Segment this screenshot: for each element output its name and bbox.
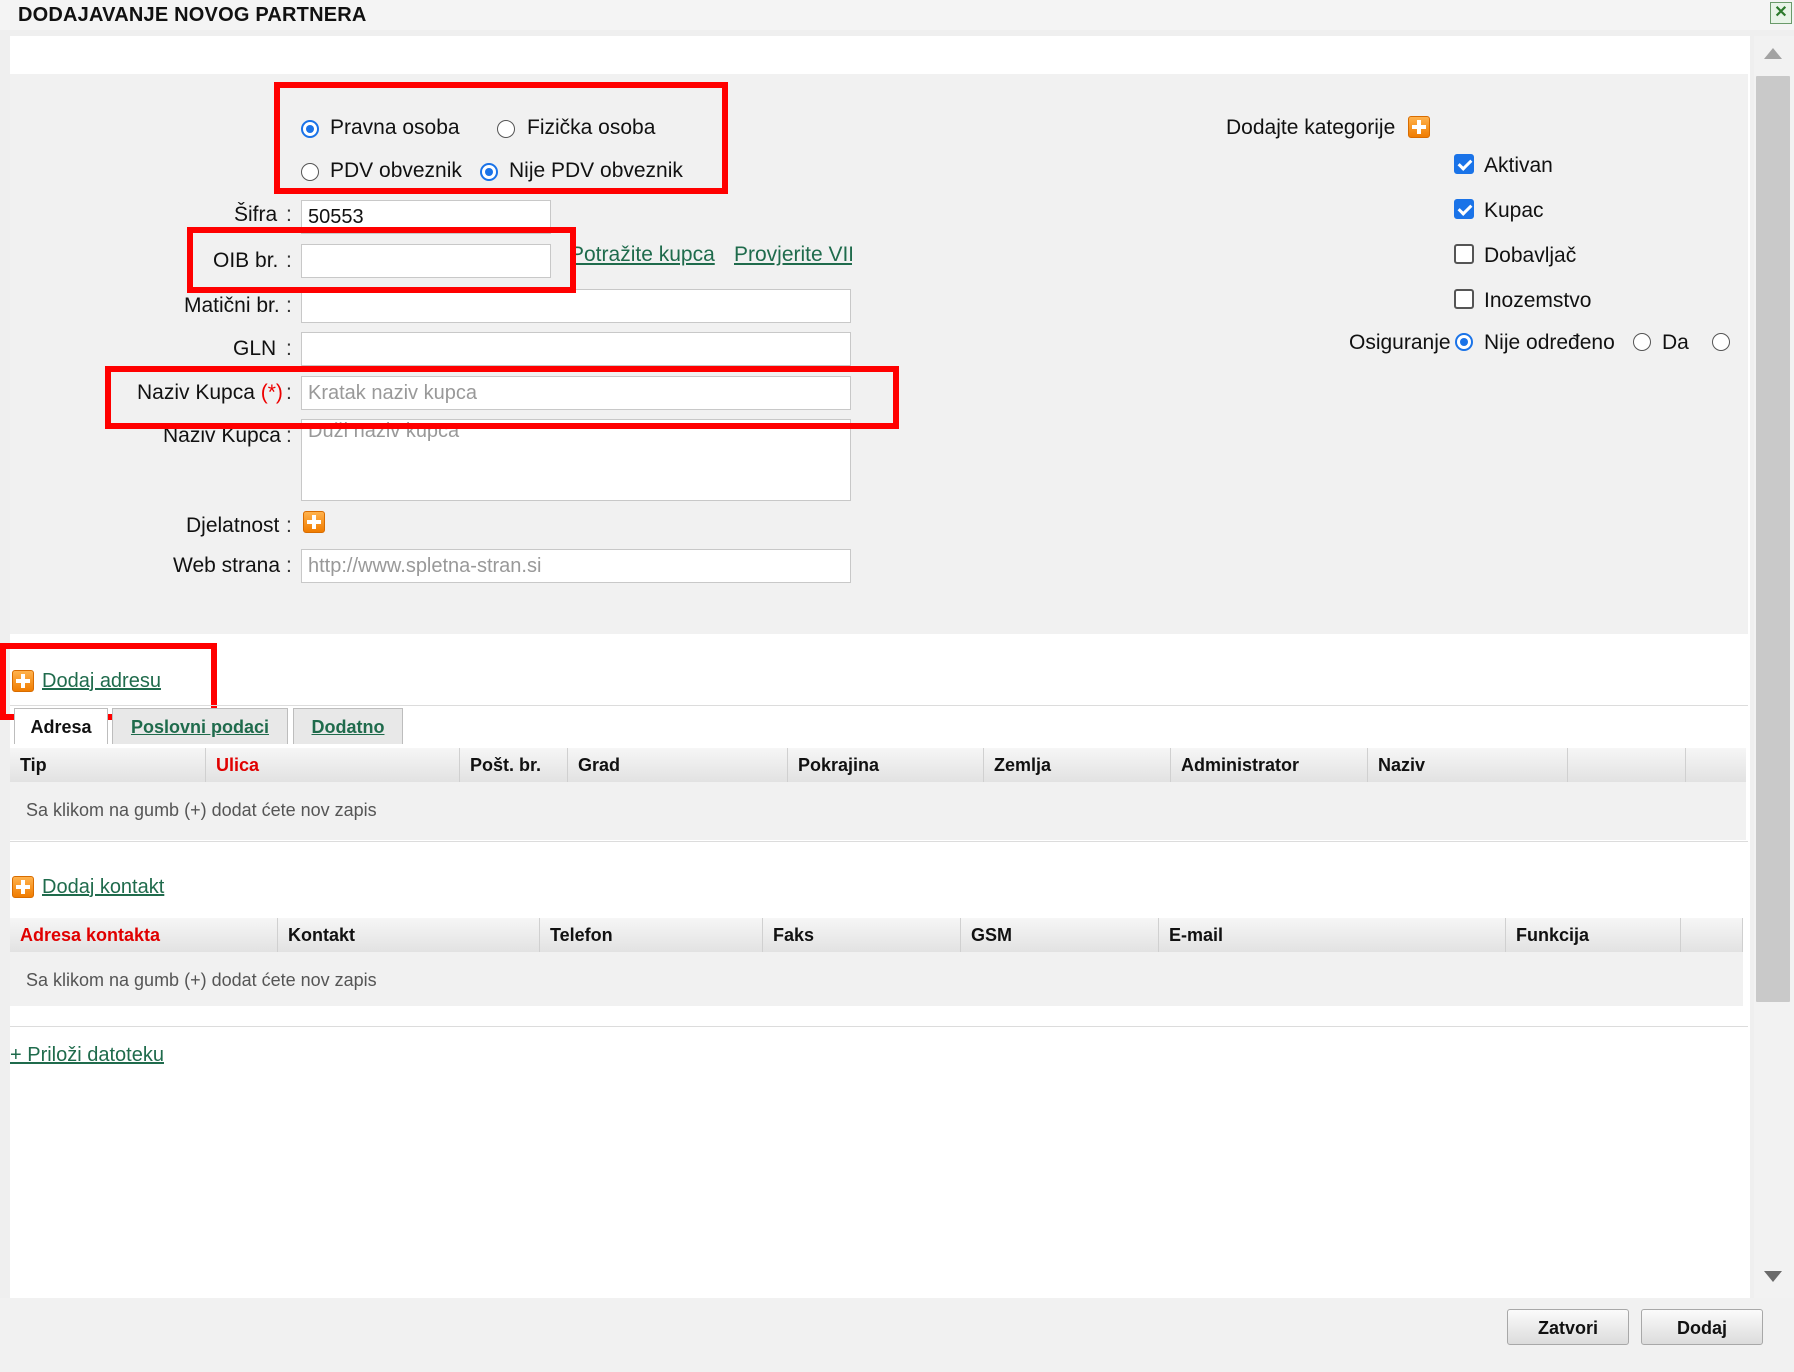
categories-title: Dodajte kategorije xyxy=(1226,116,1396,139)
maticni-field[interactable] xyxy=(301,289,851,323)
insurance-label: Osiguranje xyxy=(1349,331,1451,354)
column-header[interactable]: E-mail xyxy=(1159,918,1506,952)
scrollbar-thumb[interactable] xyxy=(1756,76,1790,1002)
web-field[interactable] xyxy=(301,549,851,583)
add-contact-link[interactable]: Dodaj kontakt xyxy=(42,876,164,899)
long-name-field[interactable] xyxy=(301,419,851,501)
divider xyxy=(10,841,1748,842)
gln-label: GLN xyxy=(233,337,277,360)
column-header[interactable]: Zemlja xyxy=(984,748,1171,782)
column-header[interactable]: Tip xyxy=(10,748,206,782)
scroll-up-arrow-icon[interactable] xyxy=(1764,48,1782,59)
column-header[interactable]: Pokrajina xyxy=(788,748,984,782)
column-header[interactable]: Pošt. br. xyxy=(460,748,568,782)
contacts-table-header: Adresa kontakta Kontakt Telefon Faks GSM… xyxy=(10,918,1743,953)
address-empty-text: Sa klikom na gumb (+) dodat ćete nov zap… xyxy=(26,800,377,820)
maticni-label: Matični br. xyxy=(184,294,280,317)
colon: : xyxy=(286,554,292,577)
colon: : xyxy=(286,514,292,537)
column-header[interactable]: Adresa kontakta xyxy=(10,918,278,952)
tab-dodatno[interactable]: Dodatno xyxy=(293,708,403,744)
divider xyxy=(10,705,1748,706)
highlight-short-name xyxy=(105,366,899,429)
colon: : xyxy=(286,294,292,317)
check-vies-link[interactable]: Provjerite VIE xyxy=(734,243,852,267)
scroll-down-arrow-icon[interactable] xyxy=(1764,1271,1782,1282)
address-table-header: Tip Ulica Pošt. br. Grad Pokrajina Zemlj… xyxy=(10,748,1746,783)
checkbox-inozemstvo[interactable] xyxy=(1454,289,1474,309)
dialog-title: DODAJAVANJE NOVOG PARTNERA xyxy=(18,4,367,26)
contacts-empty-text: Sa klikom na gumb (+) dodat ćete nov zap… xyxy=(26,970,377,990)
radio-insurance-other[interactable] xyxy=(1712,333,1730,351)
dialog: DODAJAVANJE NOVOG PARTNERA ✕ Pravna osob… xyxy=(0,0,1794,1372)
add-category-icon[interactable] xyxy=(1408,116,1430,138)
add-address-icon[interactable] xyxy=(12,670,34,692)
gln-field[interactable] xyxy=(301,332,851,366)
add-address-link[interactable]: Dodaj adresu xyxy=(42,670,161,693)
column-header-blank xyxy=(1681,918,1743,952)
checkbox-aktivan[interactable] xyxy=(1454,154,1474,174)
colon: : xyxy=(286,337,292,360)
column-header[interactable]: Funkcija xyxy=(1506,918,1681,952)
column-header-blank xyxy=(1568,748,1686,782)
attach-file-link[interactable]: + Priloži datoteku xyxy=(10,1044,164,1067)
close-icon[interactable]: ✕ xyxy=(1770,2,1792,24)
add-activity-icon[interactable] xyxy=(303,511,325,533)
column-header[interactable]: Kontakt xyxy=(278,918,540,952)
checkbox-dobavljac-label: Dobavljač xyxy=(1484,244,1577,267)
column-header[interactable]: Telefon xyxy=(540,918,763,952)
checkbox-kupac[interactable] xyxy=(1454,199,1474,219)
radio-da-label: Da xyxy=(1662,331,1689,354)
divider xyxy=(10,1026,1748,1027)
column-header[interactable]: Faks xyxy=(763,918,961,952)
radio-nije-odredeno-label: Nije određeno xyxy=(1484,331,1615,354)
tab-poslovni-podaci[interactable]: Poslovni podaci xyxy=(112,708,288,744)
lookup-customer-link[interactable]: Potražite kupca xyxy=(570,243,715,267)
highlight-radio-group xyxy=(274,82,728,194)
colon: : xyxy=(286,203,292,226)
column-header[interactable]: Naziv xyxy=(1368,748,1568,782)
checkbox-inozemstvo-label: Inozemstvo xyxy=(1484,289,1592,312)
sifra-label: Šifra xyxy=(234,203,278,226)
checkbox-aktivan-label: Aktivan xyxy=(1484,154,1553,177)
add-contact-icon[interactable] xyxy=(12,876,34,898)
column-header[interactable]: Grad xyxy=(568,748,788,782)
highlight-oib xyxy=(187,227,576,293)
column-header[interactable]: GSM xyxy=(961,918,1159,952)
add-button[interactable]: Dodaj xyxy=(1641,1309,1763,1345)
tab-adresa[interactable]: Adresa xyxy=(14,708,108,744)
column-header[interactable]: Ulica xyxy=(206,748,460,782)
close-button[interactable]: Zatvori xyxy=(1507,1309,1629,1345)
web-label: Web strana xyxy=(173,554,280,577)
radio-da[interactable] xyxy=(1633,333,1651,351)
checkbox-dobavljac[interactable] xyxy=(1454,244,1474,264)
radio-nije-odredeno[interactable] xyxy=(1455,333,1473,351)
activity-label: Djelatnost xyxy=(186,514,280,537)
checkbox-kupac-label: Kupac xyxy=(1484,199,1544,222)
column-header[interactable]: Administrator xyxy=(1171,748,1368,782)
